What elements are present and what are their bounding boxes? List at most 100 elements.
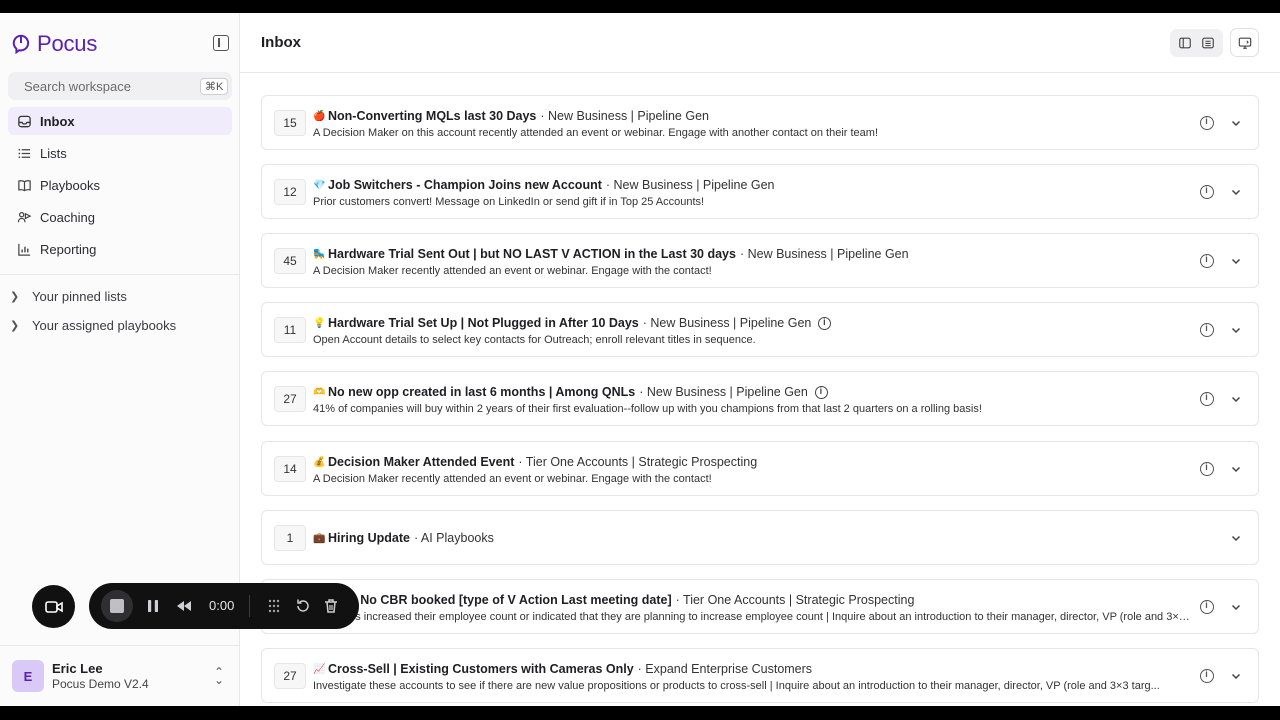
search-shortcut: ⌘K <box>200 77 229 95</box>
info-icon[interactable] <box>818 316 832 330</box>
split-view-icon[interactable] <box>1178 36 1192 50</box>
trash-icon[interactable] <box>322 597 340 615</box>
inbox-card[interactable]: 12 💎 Job Switchers - Champion Joins new Ac… <box>261 164 1259 219</box>
inbox-card[interactable]: 11 💡 Hardware Trial Set Up | Not Plugged i… <box>261 302 1259 357</box>
card-emoji-icon: 🫶 <box>313 386 326 398</box>
inbox-card[interactable]: 45 🛼 Hardware Trial Sent Out | but NO LAST… <box>261 233 1259 288</box>
count-badge: 12 <box>274 179 306 205</box>
chevron-down-icon[interactable] <box>1229 669 1243 683</box>
card-title-text: No new opp created in last 6 months | Am… <box>328 385 636 399</box>
main-content: Inbox 15 🍎 Non-Converting MQLs last 30 Day… <box>240 13 1280 706</box>
count-badge: 1 <box>274 525 306 551</box>
card-title-text: Hardware Trial Set Up | Not Plugged in A… <box>328 316 639 330</box>
pocus-logo-icon <box>12 34 30 55</box>
brand-logo[interactable]: Pocus <box>10 31 97 57</box>
inbox-card[interactable]: 1 💼 Hiring Update · AI Playbooks <box>261 510 1259 565</box>
chevron-down-icon[interactable] <box>1229 185 1243 199</box>
inbox-card[interactable]: 27 📈 Cross-Sell | Existing Customers with … <box>261 648 1259 703</box>
inbox-card[interactable]: 27 🫶 No new opp created in last 6 months |… <box>261 371 1259 426</box>
display-settings-button[interactable] <box>1230 28 1259 57</box>
nav-item-reporting[interactable]: Reporting <box>8 235 232 263</box>
video-camera-icon <box>44 600 63 613</box>
info-icon[interactable] <box>1200 116 1214 130</box>
avatar: E <box>12 660 44 692</box>
nav-item-playbooks[interactable]: Playbooks <box>8 171 232 199</box>
card-description: Prior customers convert! Message on Link… <box>313 196 705 208</box>
card-description: ompanies increased their employee count … <box>313 611 1193 623</box>
info-icon[interactable] <box>1200 185 1214 199</box>
monitor-icon <box>1238 37 1251 49</box>
list-view-icon[interactable] <box>1201 36 1215 50</box>
card-category: · New Business | Pipeline Gen <box>739 247 909 261</box>
chevron-down-icon[interactable] <box>1229 323 1243 337</box>
card-title-text: Cross-Sell | Existing Customers with Cam… <box>328 662 634 676</box>
book-icon <box>18 179 31 191</box>
info-icon[interactable] <box>1200 462 1214 476</box>
coaching-icon <box>17 211 32 222</box>
nav-item-lists[interactable]: Lists <box>8 139 232 167</box>
user-menu[interactable]: E Eric Lee Pocus Demo V2.4 ⌃ ⌄ <box>0 645 239 706</box>
inbox-card[interactable]: 15 🍎 Non-Converting MQLs last 30 Days · New… <box>261 95 1259 150</box>
card-title-text: Job Switchers - Champion Joins new Accou… <box>328 178 602 192</box>
restart-icon[interactable] <box>294 597 312 615</box>
pause-icon[interactable] <box>144 597 162 615</box>
chevron-down-icon[interactable] <box>1229 531 1243 545</box>
nav-item-coaching[interactable]: Coaching <box>8 203 232 231</box>
inbox-card[interactable]: 14 💰 Decision Maker Attended Event · Tier … <box>261 441 1259 496</box>
card-emoji-icon: 🛼 <box>313 248 326 260</box>
chevron-down-icon[interactable] <box>1229 462 1243 476</box>
info-icon[interactable] <box>1200 600 1214 614</box>
card-title: 🍎 Non-Converting MQLs last 30 Days · New B… <box>313 109 709 123</box>
bar-chart-icon <box>18 243 31 256</box>
brand-name: Pocus <box>37 31 98 56</box>
info-icon[interactable] <box>814 385 828 399</box>
card-description: A Decision Maker on this account recentl… <box>313 127 879 139</box>
nav-label: Playbooks <box>40 177 100 193</box>
group-label: Your pinned lists <box>32 289 127 304</box>
workspace-name: Pocus Demo V2.4 <box>52 677 149 691</box>
chevron-up-down-icon[interactable]: ⌃ ⌄ <box>214 666 224 686</box>
stop-icon <box>110 599 124 613</box>
user-name: Eric Lee <box>52 661 103 676</box>
card-description: A Decision Maker recently attended an ev… <box>313 265 712 277</box>
card-title-text: anded | No CBR booked [type of V Action … <box>313 593 672 607</box>
card-title: 💼 Hiring Update · AI Playbooks <box>313 531 494 545</box>
chevron-down-icon[interactable] <box>1229 116 1243 130</box>
group-assigned-playbooks[interactable]: ❯ Your assigned playbooks <box>10 318 176 333</box>
group-pinned-lists[interactable]: ❯ Your pinned lists <box>10 289 127 304</box>
count-badge: 45 <box>274 248 306 274</box>
info-icon[interactable] <box>1200 669 1214 683</box>
info-icon[interactable] <box>1200 392 1214 406</box>
chevron-down-icon[interactable] <box>1229 392 1243 406</box>
search-bar[interactable]: ⌘K <box>8 72 232 100</box>
card-category: · Tier One Accounts | Strategic Prospect… <box>675 593 915 607</box>
search-input[interactable] <box>24 78 200 94</box>
card-emoji-icon: 💰 <box>313 456 326 468</box>
card-category: · Expand Enterprise Customers <box>637 662 813 676</box>
chevron-down-icon[interactable] <box>1229 600 1243 614</box>
rewind-icon[interactable] <box>175 597 193 615</box>
nav-item-inbox[interactable]: Inbox <box>8 107 232 135</box>
card-category: · New Business | Pipeline Gen <box>642 316 812 330</box>
card-description: 41% of companies will buy within 2 years… <box>313 403 982 415</box>
card-emoji-icon: 💡 <box>313 317 326 329</box>
card-description: Investigate these accounts to see if the… <box>313 680 1160 692</box>
collapse-sidebar-icon[interactable] <box>213 35 229 51</box>
info-icon[interactable] <box>1200 254 1214 268</box>
count-badge: 15 <box>274 110 306 136</box>
view-toggle[interactable] <box>1170 29 1223 57</box>
card-category: · AI Playbooks <box>413 531 494 545</box>
card-title-text: Non-Converting MQLs last 30 Days <box>328 109 537 123</box>
page-header: Inbox <box>240 13 1280 73</box>
drag-handle-icon[interactable] <box>265 597 283 615</box>
stop-button[interactable] <box>101 590 133 622</box>
inbox-card[interactable]: anded | No CBR booked [type of V Action … <box>261 579 1259 634</box>
info-icon[interactable] <box>1200 323 1214 337</box>
card-title-text: Hardware Trial Sent Out | but NO LAST V … <box>328 247 736 261</box>
nav-label: Reporting <box>40 241 97 257</box>
main-nav: Inbox Lists Playbooks Coaching Reporting <box>8 107 232 267</box>
camera-button[interactable] <box>32 585 75 628</box>
card-title: 💎 Job Switchers - Champion Joins new Acco… <box>313 178 775 192</box>
nav-label: Coaching <box>40 209 95 225</box>
chevron-down-icon[interactable] <box>1229 254 1243 268</box>
